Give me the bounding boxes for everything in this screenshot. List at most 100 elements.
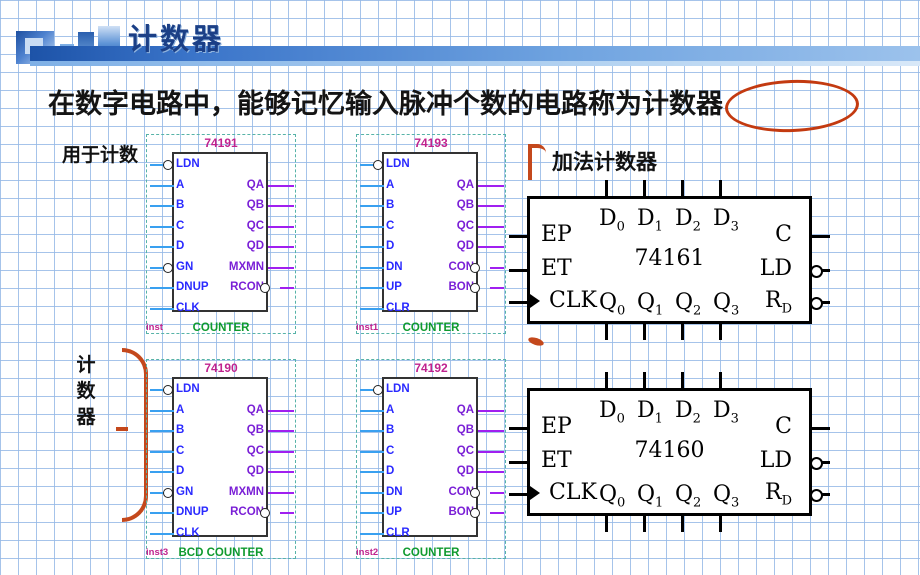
symbol-lead-bottom <box>719 324 722 340</box>
pin-wire-bon <box>490 287 504 289</box>
pin-label-qb: QB <box>246 424 264 436</box>
pin-wire-qc <box>478 225 504 228</box>
pin-label-a: A <box>386 178 395 191</box>
symbol-pin-q1: Q1 <box>637 290 664 319</box>
page-title: 计数器 <box>128 22 225 56</box>
inversion-bubble-icon <box>470 508 480 518</box>
symbol-lead-top <box>719 180 722 196</box>
pin-label-b: B <box>386 424 395 436</box>
pin-label-ldn: LDN <box>386 158 410 170</box>
pin-label-b: B <box>176 199 185 211</box>
pin-wire-qb <box>478 205 504 207</box>
clock-edge-triangle-icon <box>530 486 540 500</box>
symbol-lead-bottom <box>719 516 722 532</box>
pin-wire-d <box>360 471 384 473</box>
symbol-lead-bottom <box>643 516 646 532</box>
symbol-lead-top <box>643 372 646 388</box>
symbol-lead-top <box>605 372 608 388</box>
symbol-pin-rd: RD <box>764 480 792 509</box>
pin-label-gn: GN <box>176 260 194 273</box>
banner-bar-light <box>30 61 920 66</box>
pin-label-c: C <box>386 219 395 232</box>
pin-label-mxmn: MXMN <box>228 260 264 273</box>
symbol-lead-bottom <box>681 516 684 532</box>
pin-wire-qc <box>268 450 294 453</box>
inversion-bubble-icon <box>163 385 173 395</box>
textbook-symbol-74160[interactable]: 74160 D0 D1 D2 D3 Q0 Q1 Q2 Q3 EP ET CLK C LD RD <box>509 372 830 532</box>
pin-wire-qa <box>268 409 294 412</box>
pin-wire-qa <box>268 184 294 187</box>
pin-wire-rcon <box>280 512 294 514</box>
pin-label-c: C <box>176 444 185 457</box>
pin-wire-qd <box>478 471 504 473</box>
eda-symbol-74190[interactable]: 74190 LDN A B C D GN DNUP CLK QA QB QC QD MXMN RCON ins… <box>146 359 296 559</box>
inversion-bubble-icon <box>373 385 383 395</box>
chip-part-number: 74192 <box>414 361 448 375</box>
eda-symbol-74192[interactable]: 74192 LDN A B C D DN UP CLR QA QB QC QD CON BON inst2 CO… <box>356 359 506 559</box>
pin-wire-ldn <box>150 164 164 166</box>
pin-label-a: A <box>386 403 395 416</box>
pin-wire-ldn <box>360 164 374 166</box>
symbol-pin-d0: D0 <box>599 206 625 235</box>
pin-label-dnup: DNUP <box>176 506 209 518</box>
pin-wire-gn <box>150 491 164 494</box>
pin-wire-dn <box>360 491 384 494</box>
pin-wire-qd <box>268 471 294 473</box>
pin-wire-qc <box>478 450 504 453</box>
pin-label-qd: QD <box>456 240 474 252</box>
pin-label-qc: QC <box>246 219 264 232</box>
inversion-bubble-icon <box>163 487 173 498</box>
pin-wire-a <box>150 409 174 412</box>
symbol-lead-right <box>812 235 830 238</box>
pin-label-qd: QD <box>456 465 474 477</box>
symbol-pin-d1: D1 <box>637 206 663 235</box>
symbol-pin-ld: LD <box>759 448 792 473</box>
pin-label-qa: QA <box>246 403 264 416</box>
pin-label-c: C <box>386 444 395 457</box>
pin-wire-rcon <box>280 287 294 289</box>
symbol-pin-q3: Q3 <box>713 482 740 511</box>
pin-wire-bon <box>490 512 504 514</box>
symbol-lead-top <box>605 180 608 196</box>
symbol-lead-bottom <box>681 324 684 340</box>
symbol-pin-q0: Q0 <box>599 482 626 511</box>
symbol-lead-left <box>509 427 527 430</box>
pin-label-qa: QA <box>456 178 474 191</box>
slide-header-banner: 计数器 <box>0 0 920 72</box>
symbol-pin-d2: D2 <box>675 398 701 427</box>
symbol-lead-left <box>509 493 527 496</box>
pin-wire-mxmn <box>268 266 294 269</box>
inversion-bubble-icon <box>470 487 480 498</box>
pin-wire-c <box>150 225 174 228</box>
symbol-lead-left <box>509 235 527 238</box>
symbol-lead-top <box>719 372 722 388</box>
symbol-lead-bottom <box>605 516 608 532</box>
inversion-bubble-icon <box>810 265 823 278</box>
pin-label-clr: CLR <box>386 526 410 539</box>
eda-symbol-74191[interactable]: 74191 LDN A B C D GN DNUP CLK QA QB QC QD MXMN RCON ins… <box>146 134 296 334</box>
symbol-pin-d0: D0 <box>599 398 625 427</box>
symbol-pin-clk: CLK <box>549 288 597 313</box>
inversion-bubble-icon <box>810 457 823 470</box>
symbol-pin-clk: CLK <box>549 480 597 505</box>
pin-label-rcon: RCON <box>230 506 264 518</box>
chip-part-number: 74191 <box>204 136 238 150</box>
symbol-pin-q2: Q2 <box>675 482 702 511</box>
pin-label-ldn: LDN <box>176 158 200 170</box>
symbol-lead-top <box>681 372 684 388</box>
symbol-pin-ep: EP <box>541 414 572 439</box>
pin-label-b: B <box>386 199 395 211</box>
symbol-lead-left <box>509 301 527 304</box>
symbol-pin-rd: RD <box>764 288 792 317</box>
orange-stray-mark <box>527 335 545 348</box>
pin-wire-mxmn <box>268 491 294 494</box>
pin-label-d: D <box>386 465 395 477</box>
textbook-symbol-74161[interactable]: 74161 D0 D1 D2 D3 Q0 Q1 Q2 Q3 EP ET CLK C LD RD <box>509 180 830 340</box>
inversion-bubble-icon <box>470 283 480 293</box>
symbol-pin-c: C <box>775 414 792 439</box>
eda-symbol-74193[interactable]: 74193 LDN A B C D DN UP CLR QA QB QC QD CON BON inst1 CO… <box>356 134 506 334</box>
symbol-pin-d1: D1 <box>637 398 663 427</box>
chip-function-label: COUNTER <box>402 322 460 334</box>
pin-label-clk: CLK <box>176 301 200 314</box>
pin-wire-dnup <box>150 512 174 514</box>
